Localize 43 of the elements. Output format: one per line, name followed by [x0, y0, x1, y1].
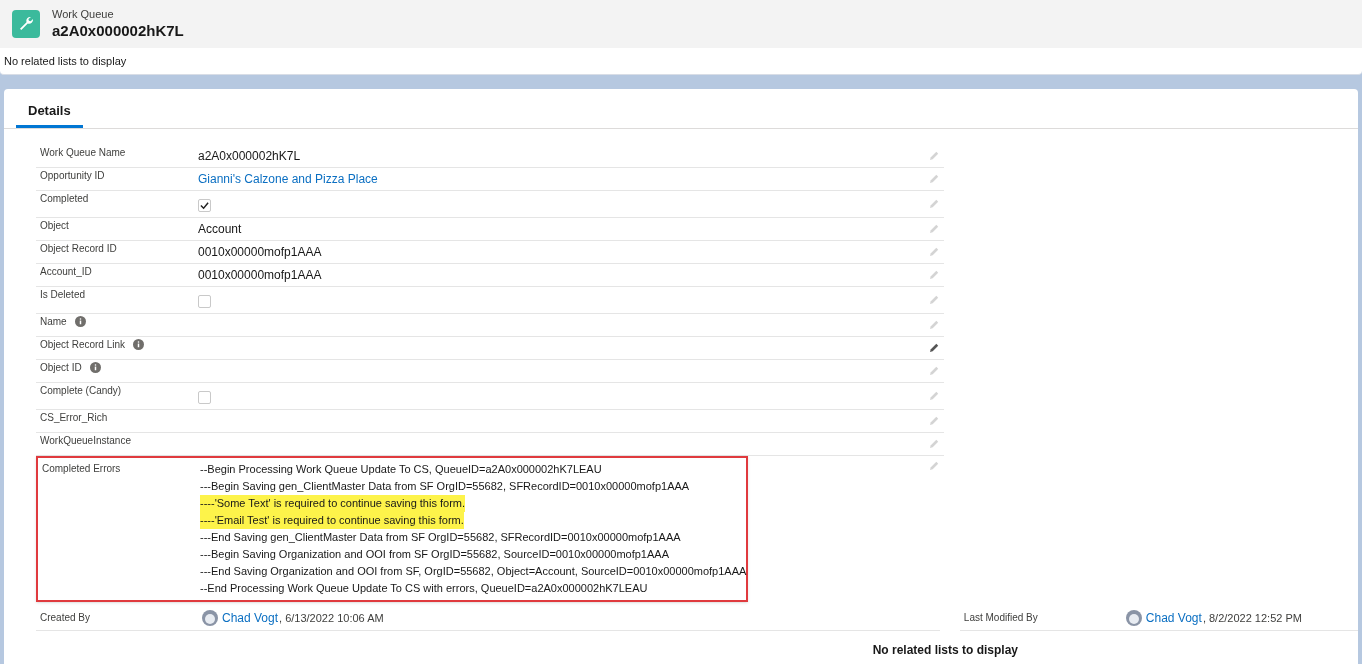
field-label: Object [40, 218, 69, 233]
user-avatar-icon [1125, 609, 1142, 626]
field-label: Object Record Link [40, 337, 126, 352]
field-label: Last Modified By [962, 610, 1039, 625]
field-label: Created By [39, 610, 92, 625]
field-label: Name [40, 314, 67, 329]
wrench-icon [12, 10, 40, 38]
date-text: , 8/2/2022 12:52 PM [1202, 610, 1302, 625]
info-icon [74, 315, 86, 327]
field-label: Complete (Candy) [40, 383, 122, 398]
error-log-line: --Begin Processing Work Queue Update To CS, QueueID=a2A0x000002hK7LEAU [200, 461, 602, 477]
error-log-line: ---End Saving Organization and OOI from SF, OrgID=55682, Object=Account, SourceID=0010x00000mofp1AAA [200, 563, 747, 579]
field-label: Object Record ID [40, 241, 117, 256]
pencil-icon[interactable] [929, 342, 940, 353]
field-label: Completed [40, 191, 89, 206]
date-text: , 6/13/2022 10:06 AM [279, 610, 384, 625]
error-log-line: ---Begin Saving gen_ClientMaster Data from SF OrgID=55682, SFRecordID=0010x00000mofp1AAA [200, 478, 690, 494]
related-lists-note: No related lists to display [872, 641, 1018, 659]
user-avatar-icon [202, 609, 218, 626]
field-label: Is Deleted [40, 287, 86, 302]
object-type: Work Queue [52, 7, 115, 22]
field-label: CS_Error_Rich [40, 410, 108, 425]
field-label: Completed Errors [42, 461, 121, 476]
field-label: Object ID [40, 360, 82, 375]
user-link[interactable]: Chad Vogt [1145, 610, 1202, 625]
info-icon [89, 361, 101, 373]
field-value: 0010x00000mofp1AAA [198, 266, 322, 284]
details-tab[interactable]: Details [16, 101, 83, 128]
field-value: 0010x00000mofp1AAA [198, 243, 322, 261]
field-label: Account_ID [40, 264, 92, 279]
user-link[interactable]: Chad Vogt [222, 610, 279, 625]
opportunity-link[interactable]: Gianni's Calzone and Pizza Place [198, 169, 378, 188]
field-value: Account [198, 220, 242, 238]
record-title: a2A0x000002hK7L [52, 21, 184, 41]
error-log-line: ---Begin Saving Organization and OOI from SF OrgID=55682, SourceID=0010x00000mofp1AAA [200, 546, 669, 562]
field-label: WorkQueueInstance [40, 433, 131, 448]
error-log-line: --End Processing Work Queue Update To CS with errors, QueueID=a2A0x000002hK7LEAU [200, 580, 648, 596]
field-value: a2A0x000002hK7L [198, 147, 301, 165]
info-icon [133, 338, 145, 350]
related-lists-note: No related lists to display [4, 53, 127, 69]
field-label: Work Queue Name [40, 145, 126, 160]
error-log-line: ---End Saving gen_ClientMaster Data from SF OrgID=55682, SFRecordID=0010x00000mofp1AAA [200, 529, 681, 545]
field-label: Opportunity ID [40, 168, 105, 183]
